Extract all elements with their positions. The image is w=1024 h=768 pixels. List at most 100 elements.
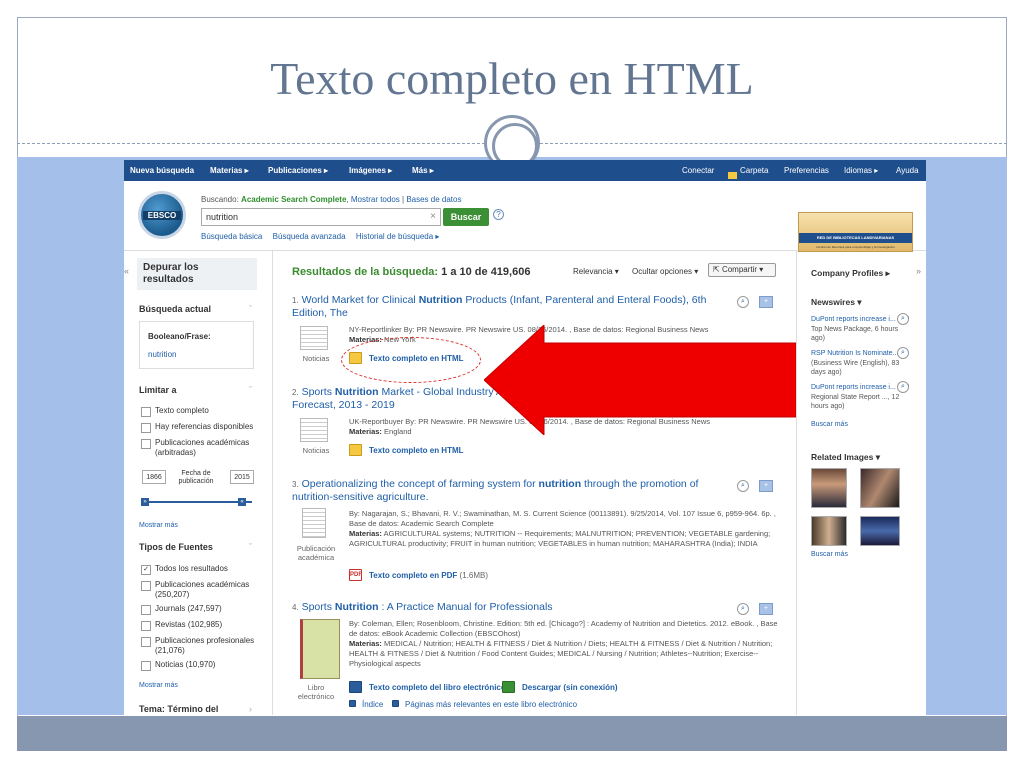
- related-image[interactable]: [811, 468, 847, 508]
- index-icon: [349, 700, 356, 707]
- limit-heading[interactable]: Limitar aˇ: [139, 385, 252, 395]
- source-journals[interactable]: Journals (247,597): [140, 604, 258, 615]
- boolean-value[interactable]: nutrition: [148, 350, 176, 359]
- preview-icon[interactable]: ⌕: [737, 603, 749, 615]
- refine-panel: Depurar los resultados Búsqueda actual ˇ …: [137, 258, 257, 714]
- result-meta: By: Coleman, Ellen; Rosenbloom, Christin…: [349, 619, 778, 668]
- folder-icon: [728, 172, 737, 179]
- ebsco-logo[interactable]: EBSCO: [138, 191, 186, 239]
- result-title[interactable]: 4. Sports Nutrition : A Practice Manual …: [292, 601, 712, 614]
- searching-line: Buscando: Academic Search Complete, Most…: [201, 195, 462, 204]
- collapse-right-icon[interactable]: »: [916, 266, 921, 276]
- footer-band: [17, 716, 1007, 751]
- clear-icon[interactable]: ×: [430, 211, 436, 222]
- chevron-down-icon: ˇ: [249, 385, 252, 395]
- share-button[interactable]: ⇱ Compartir ▾: [708, 263, 776, 277]
- add-to-folder-icon[interactable]: +: [759, 603, 773, 615]
- top-navigation: Nueva búsqueda Materias ▸ Publicaciones …: [124, 160, 926, 181]
- result-type: Libro electrónico: [297, 683, 335, 701]
- ebook-full-text-link[interactable]: Texto completo del libro electrónico: [349, 681, 506, 693]
- preview-icon[interactable]: ⌕: [897, 347, 909, 359]
- library-logo[interactable]: RED DE BIBLIOTECAS LANDIVARIANAS Centros…: [798, 212, 913, 252]
- nav-new-search[interactable]: Nueva búsqueda: [130, 166, 194, 175]
- basic-search-link[interactable]: Búsqueda básica: [201, 232, 262, 241]
- news-thumbnail-icon: [300, 326, 328, 350]
- ebsco-screenshot: Nueva búsqueda Materias ▸ Publicaciones …: [124, 160, 926, 715]
- html-full-text-link[interactable]: Texto completo en HTML: [349, 444, 464, 456]
- search-button[interactable]: Buscar: [443, 208, 489, 226]
- nav-help[interactable]: Ayuda: [896, 166, 919, 175]
- company-profiles[interactable]: Company Profiles ▸: [811, 268, 890, 279]
- nav-connect[interactable]: Conectar: [682, 166, 714, 175]
- download-link[interactable]: Descargar (sin conexión): [502, 681, 618, 693]
- show-more-link[interactable]: Mostrar más: [139, 522, 178, 529]
- search-input[interactable]: [202, 209, 422, 225]
- nav-subjects[interactable]: Materias ▸: [210, 166, 249, 175]
- show-all-link[interactable]: Mostrar todos: [351, 195, 400, 204]
- relevant-pages-link[interactable]: Páginas más relevantes en este libro ele…: [392, 700, 577, 709]
- source-magazines[interactable]: Revistas (102,985): [140, 620, 258, 631]
- databases-link[interactable]: Bases de datos: [406, 195, 461, 204]
- hide-options[interactable]: Ocultar opciones ▾: [632, 267, 698, 276]
- related-image[interactable]: [811, 516, 847, 546]
- limit-full-text[interactable]: Texto completo: [140, 406, 258, 417]
- news-item[interactable]: DuPont reports increase i... (AP Top New…: [811, 313, 911, 344]
- current-search-heading[interactable]: Búsqueda actual ˇ: [139, 304, 252, 314]
- result-title[interactable]: 1. World Market for Clinical Nutrition P…: [292, 294, 712, 320]
- source-types-heading[interactable]: Tipos de Fuentes ˇ: [139, 542, 252, 552]
- search-history-link[interactable]: Historial de búsqueda ▸: [356, 232, 440, 241]
- preview-icon[interactable]: ⌕: [737, 480, 749, 492]
- related-image[interactable]: [860, 468, 900, 508]
- result-type: Noticias: [302, 446, 330, 455]
- result-type: Publicación académica: [296, 544, 336, 562]
- date-slider[interactable]: » «: [138, 498, 256, 506]
- book-cover[interactable]: [300, 619, 340, 679]
- nav-more[interactable]: Más ▸: [412, 166, 434, 175]
- preview-icon[interactable]: ⌕: [737, 296, 749, 308]
- newswires-heading[interactable]: Newswires ▾: [811, 297, 862, 308]
- limit-peer-reviewed[interactable]: Publicaciones académicas (arbitradas): [140, 438, 258, 458]
- nav-images[interactable]: Imágenes ▸: [349, 166, 392, 175]
- search-box: ×: [201, 208, 441, 226]
- pdf-full-text-link[interactable]: PDF Texto completo en PDF (1.6MB): [349, 569, 488, 581]
- source-trade[interactable]: Publicaciones profesionales (21,076): [140, 636, 258, 656]
- nav-languages[interactable]: Idiomas ▸: [844, 166, 878, 175]
- source-all[interactable]: Todos los resultados: [140, 564, 258, 575]
- advanced-search-link[interactable]: Búsqueda avanzada: [273, 232, 346, 241]
- preview-icon[interactable]: ⌕: [897, 381, 909, 393]
- search-more-link[interactable]: Buscar más: [811, 421, 848, 428]
- result-item: 1. World Market for Clinical Nutrition P…: [292, 294, 782, 364]
- help-icon[interactable]: ?: [493, 209, 504, 220]
- date-range: 1866 Fecha de publicación 2015: [138, 468, 256, 488]
- slider-handle-left[interactable]: »: [141, 498, 149, 506]
- pages-icon: [392, 700, 399, 707]
- index-link[interactable]: Índice: [349, 700, 383, 709]
- limit-references[interactable]: Hay referencias disponibles: [140, 422, 258, 433]
- year-to-input[interactable]: 2015: [230, 470, 254, 484]
- date-label: Fecha de publicación: [178, 470, 214, 485]
- news-item[interactable]: DuPont reports increase i... (AP Regiona…: [811, 381, 911, 412]
- pdf-icon: PDF: [349, 569, 362, 581]
- result-meta: By: Nagarajan, S.; Bhavani, R. V.; Swami…: [349, 509, 776, 548]
- nav-folder[interactable]: Carpeta: [728, 166, 768, 179]
- add-to-folder-icon[interactable]: +: [759, 480, 773, 492]
- collapse-left-icon[interactable]: «: [124, 266, 129, 276]
- chevron-down-icon: ˇ: [249, 542, 252, 552]
- add-to-folder-icon[interactable]: +: [759, 296, 773, 308]
- slider-handle-right[interactable]: «: [238, 498, 246, 506]
- related-image[interactable]: [860, 516, 900, 546]
- preview-icon[interactable]: ⌕: [897, 313, 909, 325]
- search-more-link[interactable]: Buscar más: [811, 551, 848, 558]
- result-title[interactable]: 3. Operationalizing the concept of farmi…: [292, 478, 712, 504]
- nav-publications[interactable]: Publicaciones ▸: [268, 166, 328, 175]
- sort-relevance[interactable]: Relevancia ▾: [573, 267, 619, 276]
- related-images-heading[interactable]: Related Images ▾: [811, 452, 880, 463]
- show-more-link[interactable]: Mostrar más: [139, 682, 178, 689]
- news-item[interactable]: RSP Nutrition Is Nominate... (Business W…: [811, 347, 911, 378]
- column-divider: [796, 251, 797, 715]
- subject-heading[interactable]: Tema: Término del ›: [139, 704, 252, 714]
- nav-preferences[interactable]: Preferencias: [784, 166, 829, 175]
- source-academic[interactable]: Publicaciones académicas (250,207): [140, 580, 258, 600]
- source-news[interactable]: Noticias (10,970): [140, 660, 258, 671]
- year-from-input[interactable]: 1866: [142, 470, 166, 484]
